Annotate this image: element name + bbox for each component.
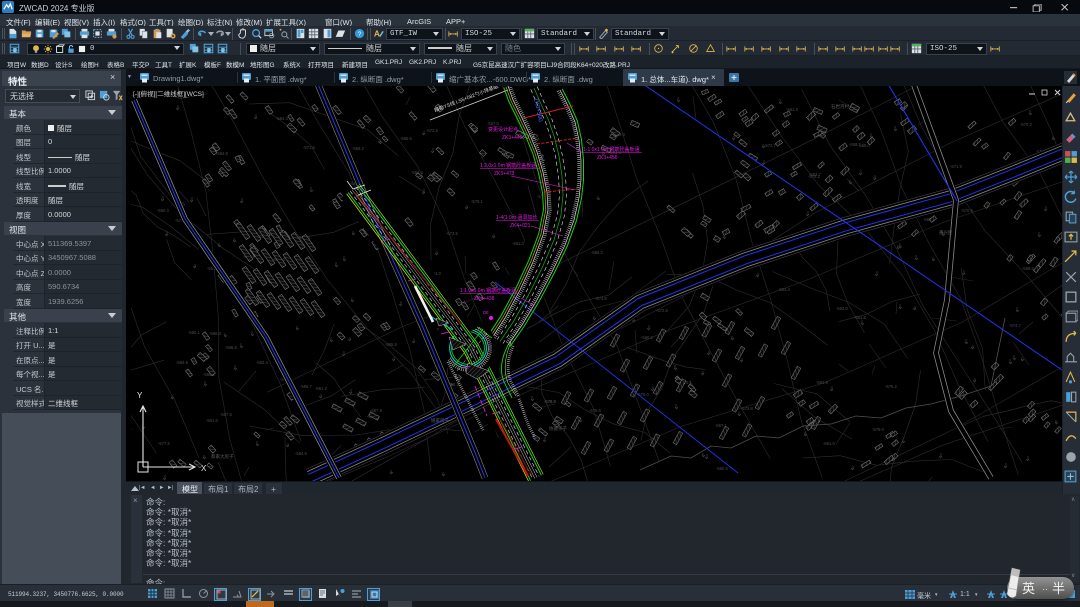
svg-text:-559.6: -559.6 (1022, 266, 1035, 271)
svg-text:-570.1: -570.1 (471, 199, 484, 204)
svg-text:-560.2: -560.2 (641, 335, 654, 340)
svg-text:-570.2: -570.2 (1020, 122, 1033, 127)
svg-text:A: A (374, 28, 380, 38)
svg-text:-574.2: -574.2 (808, 174, 821, 179)
svg-text:-552.0: -552.0 (836, 306, 849, 311)
svg-text:-561.2: -561.2 (315, 386, 328, 391)
svg-text:-567.9: -567.9 (370, 408, 383, 413)
svg-text:DE: DE (483, 310, 489, 315)
svg-text:-551.6: -551.6 (206, 418, 219, 423)
svg-text:-565.9: -565.9 (385, 342, 398, 347)
svg-text:-572.7: -572.7 (764, 143, 777, 148)
svg-text:-573.8: -573.8 (595, 296, 608, 301)
svg-text:-576.5: -576.5 (544, 399, 557, 404)
svg-text:ZK3+456: ZK3+456 (597, 155, 618, 161)
svg-text:-555.3: -555.3 (591, 250, 604, 255)
svg-text:-579.0: -579.0 (872, 427, 885, 432)
svg-text:-571.9: -571.9 (950, 164, 963, 169)
svg-text:1 1.0x1 0m 钢筋砼盖板涵: 1 1.0x1 0m 钢筋砼盖板涵 (460, 287, 516, 294)
svg-text:-556.2: -556.2 (352, 146, 365, 151)
svg-text:-578.0: -578.0 (637, 392, 650, 397)
svg-text:-564.8: -564.8 (176, 360, 189, 365)
svg-text:-564.5: -564.5 (295, 451, 308, 456)
svg-text:-575.2: -575.2 (885, 384, 898, 389)
svg-text:协富条子: 协富条子 (549, 425, 567, 432)
svg-text:蔡家大房子: 蔡家大房子 (211, 453, 234, 460)
svg-text:-560.1: -560.1 (188, 330, 201, 335)
svg-text:-552.4: -552.4 (256, 360, 269, 365)
svg-text:重兴屋: 重兴屋 (939, 229, 953, 236)
svg-text:-580.3: -580.3 (157, 208, 170, 213)
svg-text:姚家房子: 姚家房子 (431, 417, 449, 424)
svg-text:变更设计起点: 变更设计起点 (488, 126, 518, 133)
svg-text:-557.6: -557.6 (220, 412, 233, 417)
svg-text:-557.0: -557.0 (487, 121, 500, 126)
svg-text:-566.8: -566.8 (209, 331, 222, 336)
svg-text:-566.5: -566.5 (225, 345, 238, 350)
svg-text:ZK4+021: ZK4+021 (510, 223, 531, 229)
svg-text:-565.6: -565.6 (400, 136, 413, 141)
svg-text:-571.6: -571.6 (303, 145, 316, 150)
svg-text:-553.4: -553.4 (778, 287, 791, 292)
svg-text:-572.6: -572.6 (656, 308, 669, 313)
svg-text:-573.8: -573.8 (741, 406, 754, 411)
svg-text:-564.4: -564.4 (276, 116, 289, 121)
svg-text:?: ? (358, 31, 362, 38)
svg-text:-570.6: -570.6 (961, 208, 974, 213)
svg-text:1 2.0x1 0m 钢筋砼盖板涵: 1 2.0x1 0m 钢筋砼盖板涵 (480, 162, 536, 169)
svg-text:-577.5: -577.5 (158, 441, 171, 446)
svg-text:-575.5: -575.5 (589, 408, 602, 413)
svg-text:-559.7: -559.7 (849, 142, 862, 147)
svg-text:-574.7: -574.7 (1009, 323, 1022, 328)
svg-text:Y: Y (137, 391, 143, 400)
svg-text:踏勘YS线 LS5+082勺小排基础: 踏勘YS线 LS5+082勺小排基础 (433, 86, 499, 114)
svg-text:-561.0: -561.0 (823, 441, 836, 446)
svg-text:1-1 0x1 0m 钢筋砼盖板涵: 1-1 0x1 0m 钢筋砼盖板涵 (583, 146, 639, 153)
svg-text:1-4(1 0m 涵洞加长: 1-4(1 0m 涵洞加长 (496, 214, 537, 221)
svg-text:X: X (201, 464, 207, 473)
svg-text:[-][俯视][二维线框][WCS]: [-][俯视][二维线框][WCS] (133, 89, 204, 98)
svg-text:-561.8: -561.8 (854, 315, 867, 320)
svg-text:-561.3: -561.3 (512, 241, 525, 246)
svg-text:ZK3+440: ZK3+440 (502, 135, 523, 141)
svg-text:石岩河村: 石岩河村 (831, 103, 849, 110)
svg-text:-565.7: -565.7 (300, 384, 313, 389)
svg-text:-564.9: -564.9 (816, 380, 829, 385)
svg-text:ZK4+438: ZK4+438 (474, 296, 495, 302)
svg-text:-572.5: -572.5 (426, 128, 439, 133)
svg-text:-564.8: -564.8 (216, 151, 229, 156)
svg-text:-573.5: -573.5 (446, 231, 459, 236)
svg-text:-560.5: -560.5 (716, 466, 729, 471)
